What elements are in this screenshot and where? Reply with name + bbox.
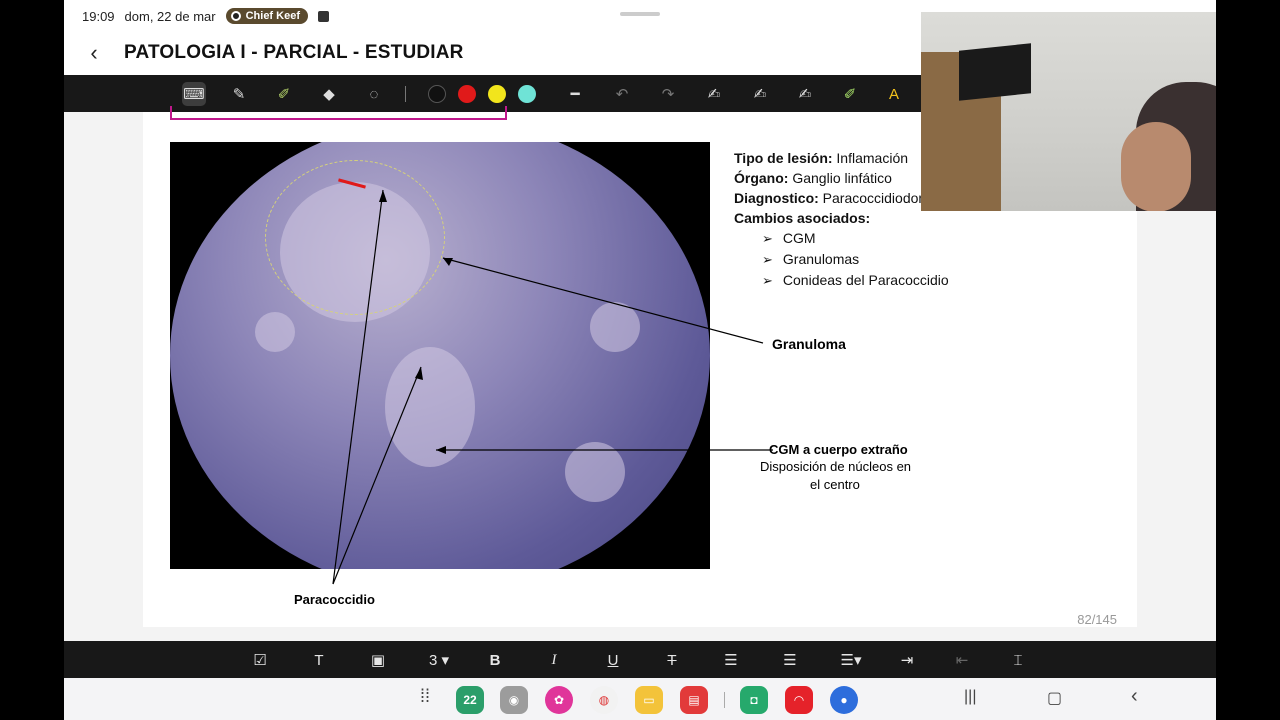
pen-preset-icon[interactable]: ✍ [748, 82, 772, 106]
webcam-tv [959, 43, 1031, 101]
checkbox-icon[interactable]: ☑ [248, 649, 272, 671]
page-counter: 82/145 [1077, 612, 1117, 627]
indent-icon[interactable]: ⇥ [895, 649, 919, 671]
calendar-day: 22 [463, 693, 477, 707]
lasso-icon[interactable]: ◌ [362, 82, 386, 106]
font-size-value: 3 [428, 651, 438, 669]
messages-app-icon[interactable]: ● [830, 686, 858, 714]
bold-icon[interactable]: B [483, 649, 507, 671]
date: dom, 22 de mar [124, 8, 216, 24]
italic-icon[interactable]: I [542, 649, 566, 671]
calendar-app-icon[interactable]: 22 [456, 686, 484, 714]
dock-divider [724, 692, 725, 708]
store-app-icon[interactable]: ◘ [740, 686, 768, 714]
files-app-icon[interactable]: ▭ [635, 686, 663, 714]
media-pill[interactable]: Chief Keef [225, 8, 308, 24]
back-icon[interactable]: ‹ [1131, 685, 1138, 708]
window-grabber[interactable] [620, 12, 660, 16]
color-swatch-cyan[interactable] [518, 85, 536, 103]
strikethrough-icon[interactable]: T [660, 649, 684, 671]
music-app-icon[interactable]: ◠ [785, 686, 813, 714]
list-item: Conideas del Paracoccidio [762, 270, 965, 291]
highlighter-preset-icon[interactable]: ✐ [838, 82, 862, 106]
label-paracoccidio: Paracoccidio [294, 592, 375, 607]
apps-grid-icon[interactable]: ⁞⁞ [420, 686, 430, 707]
redo-icon[interactable]: ↷ [656, 82, 680, 106]
cambios-list: CGM Granulomas Conideas del Paracoccidio [762, 228, 965, 291]
format-toolbar: ☑ T ▣ 3 ▾ B I U T ☰ ☰ ☰▾ ⇥ ⇤ ⌶ [64, 641, 1216, 678]
pen-preset-2-icon[interactable]: ✍ [793, 82, 817, 106]
tipo-value: Inflamación [836, 150, 909, 166]
font-size-select[interactable]: 3 ▾ [422, 649, 456, 671]
webcam-overlay[interactable] [921, 12, 1216, 211]
undo-icon[interactable]: ↶ [610, 82, 634, 106]
underline-icon[interactable]: U [601, 649, 625, 671]
record-icon [230, 11, 241, 21]
text-box-icon[interactable]: ▣ [366, 649, 390, 671]
eraser-icon[interactable]: ◆ [317, 82, 341, 106]
flower-app-icon[interactable]: ✿ [545, 686, 573, 714]
organo-value: Ganglio linfático [792, 170, 892, 186]
color-swatch-yellow[interactable] [488, 85, 506, 103]
clock: 19:09 [82, 8, 115, 24]
highlighter-icon[interactable]: ✐ [272, 82, 296, 106]
home-icon[interactable]: ▢ [1047, 688, 1062, 708]
color-swatch-red[interactable] [458, 85, 476, 103]
cambios-label: Cambios asociados: [734, 210, 871, 226]
bullet-list-icon[interactable]: ☰ [778, 649, 802, 671]
notes-app-icon[interactable]: ▤ [680, 686, 708, 714]
page-title: PATOLOGIA I - PARCIAL - ESTUDIAR [124, 42, 464, 63]
label-cgm-desc-1: Disposición de núcleos en [760, 459, 912, 474]
bag-icon [318, 10, 329, 22]
keyboard-icon[interactable]: ⌨ [182, 82, 206, 106]
webcam-face [1121, 122, 1191, 211]
label-cgm-title: CGM a cuerpo extraño [769, 442, 908, 457]
label-cgm-desc-2: el centro [810, 477, 860, 492]
stroke-width-icon[interactable]: ━ [563, 82, 587, 106]
organo-label: Órgano: [734, 170, 789, 186]
list-item: Granulomas [762, 249, 965, 270]
label-granuloma: Granuloma [772, 336, 846, 352]
nav-bar: ⁞⁞ 22 ◉ ✿ ◍ ▭ ▤ ◘ ◠ ● ||| ▢ ‹ [64, 678, 1216, 720]
text-frame-icon[interactable]: ⌶ [1006, 649, 1030, 671]
diag-label: Diagnostico: [734, 190, 819, 206]
camera-app-icon[interactable]: ◉ [500, 686, 528, 714]
text-icon[interactable]: T [307, 649, 331, 671]
color-swatch-black[interactable] [428, 85, 446, 103]
align-select-icon[interactable]: ☰▾ [836, 649, 866, 671]
tipo-label: Tipo de lesión: [734, 150, 833, 166]
app-screen: 19:09 dom, 22 de mar Chief Keef ‹ PATOLO… [64, 0, 1216, 720]
chrome-icon[interactable]: ◍ [590, 686, 618, 714]
recents-icon[interactable]: ||| [964, 688, 976, 706]
back-arrow-icon[interactable]: ‹ [64, 40, 124, 66]
outdent-icon[interactable]: ⇤ [950, 649, 974, 671]
numbered-list-icon[interactable]: ☰ [719, 649, 743, 671]
media-title: Chief Keef [245, 10, 300, 22]
text-recognition-icon[interactable]: A [882, 82, 906, 106]
list-item: CGM [762, 228, 965, 249]
toolbar-divider [405, 86, 406, 102]
pen-settings-icon[interactable]: ✍ [702, 82, 726, 106]
pen-icon[interactable]: ✎ [227, 82, 251, 106]
